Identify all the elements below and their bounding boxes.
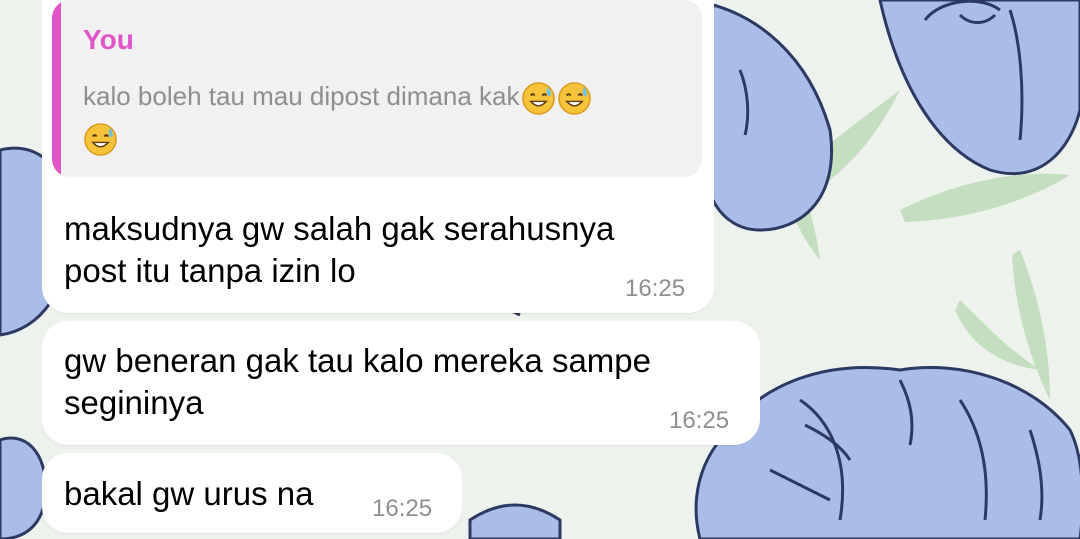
message-bubble[interactable]: bakal gw urus na 16:25 <box>42 453 462 533</box>
grinning-face-with-sweat-emoji <box>521 81 556 116</box>
reply-quote[interactable]: You kalo boleh tau mau dipost dimana kak <box>52 0 702 177</box>
quote-author: You <box>83 24 134 55</box>
message-timestamp: 16:25 <box>625 275 686 302</box>
grinning-face-with-sweat-emoji <box>83 122 118 157</box>
message-timestamp: 16:25 <box>669 407 730 434</box>
message-text: gw beneran gak tau kalo mereka sampe seg… <box>64 340 651 424</box>
quote-accent-bar <box>52 0 61 177</box>
message-bubble[interactable]: You kalo boleh tau mau dipost dimana kak… <box>42 0 714 313</box>
quote-text-block: kalo boleh tau mau dipost dimana kak <box>83 76 683 158</box>
message-line: gw beneran gak tau kalo mereka sampe <box>64 342 652 379</box>
grinning-face-with-sweat-emoji <box>557 81 592 116</box>
message-line: bakal gw urus na <box>64 475 314 512</box>
message-line: segininya <box>64 384 204 421</box>
quote-text: kalo boleh tau mau dipost dimana kak <box>83 81 520 111</box>
message-bubble[interactable]: gw beneran gak tau kalo mereka sampe seg… <box>42 321 760 445</box>
message-line: post itu tanpa izin lo <box>64 252 356 289</box>
message-line: maksudnya gw salah gak serahusnya <box>64 210 615 247</box>
message-timestamp: 16:25 <box>372 495 433 522</box>
message-text: bakal gw urus na <box>64 473 313 515</box>
message-text: maksudnya gw salah gak serahusnya post i… <box>64 208 614 292</box>
